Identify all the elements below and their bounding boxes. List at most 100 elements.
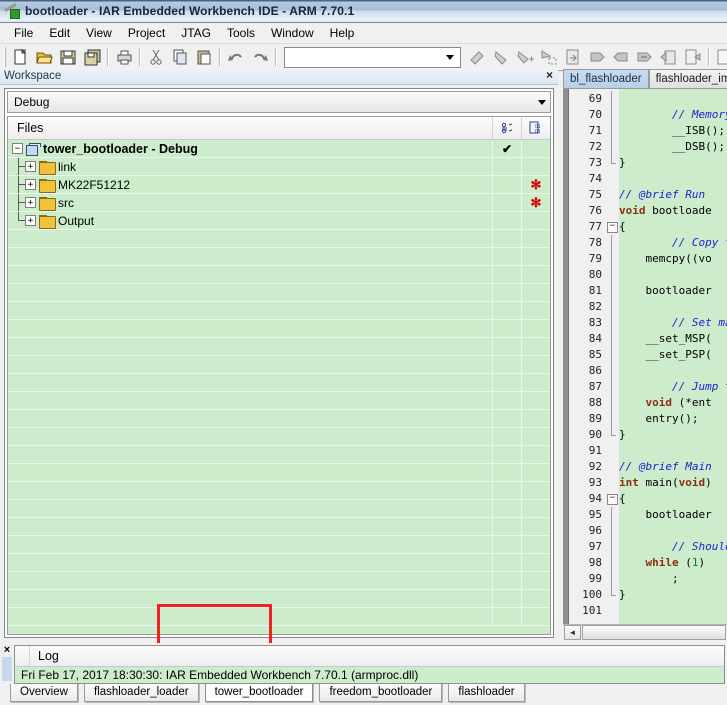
log-body: Log Fri Feb 17, 2017 18:30:30: IAR Embed… [14, 645, 725, 684]
menu-tools[interactable]: Tools [219, 24, 263, 42]
go-to-definition-icon[interactable] [562, 46, 584, 68]
bookmark-toggle-icon[interactable] [466, 46, 488, 68]
tree-item-label: link [58, 159, 77, 174]
log-header: Log [15, 646, 724, 667]
modified-marker: ✻ [530, 195, 542, 210]
cut-icon[interactable] [145, 46, 167, 68]
scrollbar-thumb[interactable] [582, 625, 726, 640]
paste-icon[interactable] [193, 46, 215, 68]
toolbar-separator [708, 48, 710, 66]
project-tab-overview[interactable]: Overview [10, 681, 78, 702]
tree-row-project[interactable]: − tower_bootloader - Debug ✔ [8, 140, 550, 158]
line-number: 89 [588, 412, 602, 425]
find-icon[interactable] [586, 46, 608, 68]
search-combo[interactable] [284, 46, 461, 68]
code-editor-panel: bl_flashloader flashloader_image 69 70 71 7… [563, 68, 727, 640]
close-icon[interactable]: × [546, 69, 553, 81]
project-tab-flashloader-loader[interactable]: flashloader_loader [83, 681, 199, 702]
project-tab-tower-bootloader[interactable]: tower_bootloader [204, 681, 314, 702]
toolbar-grip[interactable] [4, 47, 6, 67]
tree-row-output[interactable]: + Output [8, 212, 550, 230]
line-number: 80 [588, 268, 602, 281]
menu-window[interactable]: Window [263, 24, 322, 42]
line-number: 76 [588, 204, 602, 217]
project-tab-flashloader[interactable]: flashloader [448, 681, 525, 702]
fold-marker[interactable]: − [605, 491, 619, 507]
tree-empty-row [8, 464, 550, 482]
scroll-left-arrow-icon[interactable]: ◄ [564, 625, 581, 640]
menu-file[interactable]: File [6, 24, 41, 42]
log-rows: Fri Feb 17, 2017 18:30:30: IAR Embedded … [15, 667, 724, 683]
line-number-gutter: 69 70 71 72 73 74 75 76 77 78 79 80 81 82 83 84 85 86 87 88… [569, 89, 605, 640]
tree-row-src[interactable]: + src ✻ [8, 194, 550, 212]
fold-marker[interactable]: − [605, 219, 619, 235]
code-line: __ISB(); [619, 124, 725, 137]
undo-icon[interactable] [225, 46, 247, 68]
tree-row-link[interactable]: + link [8, 158, 550, 176]
line-number: 93 [588, 476, 602, 489]
fold-marker [605, 139, 619, 155]
project-tab-freedom-bootloader[interactable]: freedom_bootloader [319, 681, 443, 702]
menu-project[interactable]: Project [120, 24, 173, 42]
line-number: 83 [588, 316, 602, 329]
tree-empty-row [8, 266, 550, 284]
expander-icon[interactable]: + [25, 179, 36, 190]
fold-marker [605, 331, 619, 347]
copy-icon[interactable] [169, 46, 191, 68]
replace-icon[interactable] [658, 46, 680, 68]
tree-line [12, 176, 25, 193]
bookmark-next-icon[interactable] [514, 46, 536, 68]
tree-empty-row [8, 590, 550, 608]
find-next-icon[interactable] [634, 46, 656, 68]
fold-marker [605, 299, 619, 315]
menu-edit[interactable]: Edit [41, 24, 78, 42]
expander-icon[interactable]: + [25, 215, 36, 226]
new-document-icon[interactable] [9, 46, 31, 68]
find-previous-icon[interactable] [610, 46, 632, 68]
tree-line [12, 158, 25, 175]
tree-empty-row [8, 230, 550, 248]
menu-jtag[interactable]: JTAG [173, 24, 219, 42]
code-line: } [619, 588, 626, 601]
close-icon[interactable]: × [4, 645, 10, 656]
editor-tab-bl-flashloader[interactable]: bl_flashloader [563, 69, 649, 88]
navigate-backward-icon[interactable] [538, 46, 560, 68]
tree-item-label: MK22F51212 [58, 177, 131, 192]
toolbar-separator [219, 48, 221, 66]
tree-empty-row [8, 536, 550, 554]
tree-row-mk22f51212[interactable]: + MK22F51212 ✻ [8, 176, 550, 194]
configuration-dropdown[interactable]: Debug [7, 91, 551, 113]
print-icon[interactable] [113, 46, 135, 68]
redo-icon[interactable] [249, 46, 271, 68]
menu-view[interactable]: View [78, 24, 120, 42]
editor-text-area[interactable]: 69 70 71 72 73 74 75 76 77 78 79 80 81 82 83 84 85 86 87 88… [563, 88, 727, 640]
file-tree-frame: Files 01 01 − tower_bootloader - Debug ✔… [7, 116, 551, 635]
save-all-icon[interactable] [81, 46, 103, 68]
bookmark-previous-icon[interactable] [490, 46, 512, 68]
source-code-text[interactable]: // Memory __ISB(); __DSB();} // @brief R… [619, 89, 727, 640]
workspace-inner: Debug Files 01 01 − tower_bootloader - D… [4, 88, 554, 638]
save-icon[interactable] [57, 46, 79, 68]
expander-icon[interactable]: + [25, 161, 36, 172]
open-folder-icon[interactable] [33, 46, 55, 68]
code-line: // @brief Main [619, 460, 712, 473]
code-line: bootloader [619, 508, 712, 521]
line-number: 70 [588, 108, 602, 121]
log-panel: × Log Fri Feb 17, 2017 18:30:30: IAR Emb… [0, 643, 727, 684]
editor-tab-flashloader-image[interactable]: flashloader_image [648, 69, 727, 88]
expander-icon[interactable]: + [25, 197, 36, 208]
editor-horizontal-scrollbar[interactable]: ◄ [563, 624, 727, 640]
fold-marker [605, 379, 619, 395]
project-icon [26, 142, 41, 156]
build-flags-icon: 01 01 [521, 117, 550, 139]
find-in-files-icon[interactable] [682, 46, 704, 68]
line-number: 88 [588, 396, 602, 409]
menu-help[interactable]: Help [322, 24, 363, 42]
build-status-check: ✔ [501, 141, 513, 156]
compile-icon[interactable] [714, 46, 727, 68]
expander-icon[interactable]: − [12, 143, 23, 154]
code-line: int main(void) [619, 476, 712, 489]
fold-marker [605, 395, 619, 411]
code-folding-column[interactable]: − − [605, 89, 619, 640]
